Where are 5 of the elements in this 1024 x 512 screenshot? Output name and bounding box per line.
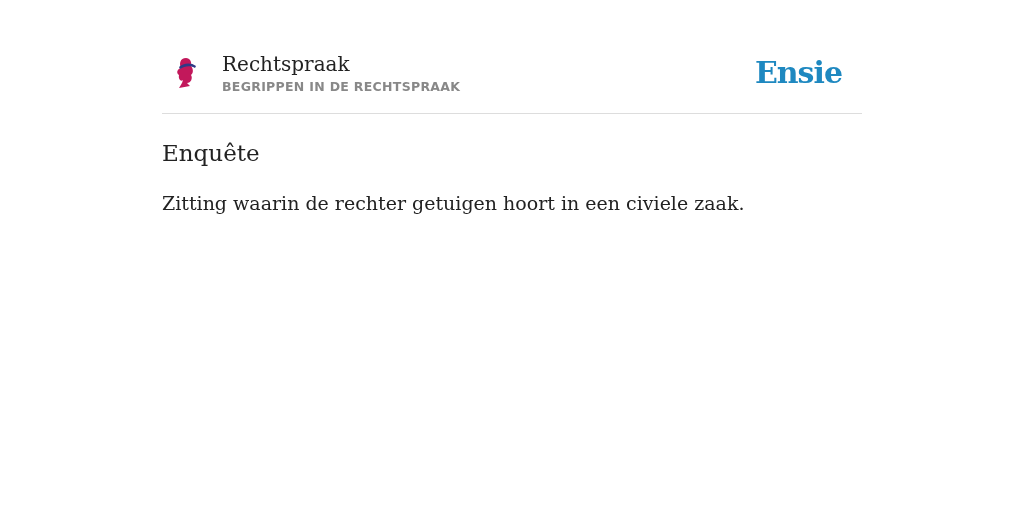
brand-logo[interactable]: Ensie [754, 55, 842, 90]
site-subtitle: BEGRIPPEN IN DE RECHTSPRAAK [222, 79, 462, 94]
site-title[interactable]: Rechtspraak [222, 51, 755, 77]
definition-text: Zitting waarin de rechter getuigen hoort in een civiele zaak. [162, 191, 746, 216]
term-heading: Enquête [162, 139, 261, 168]
